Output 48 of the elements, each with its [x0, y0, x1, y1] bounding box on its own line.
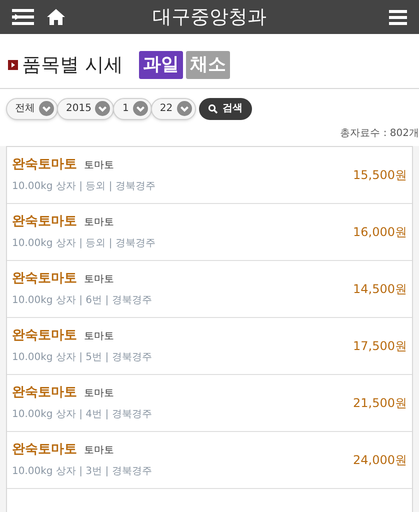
price-row[interactable]: 완숙토마토 토마토 10.00kg 상자 | 5번 | 경북경주 17,500원 [7, 318, 412, 374]
product-name: 완숙토마토 [12, 384, 77, 402]
menu-icon[interactable] [389, 10, 407, 24]
variety-label: 토마토 [84, 386, 114, 401]
chevron-down-icon [176, 101, 192, 116]
product-name: 완숙토마토 [12, 156, 77, 174]
category-tab[interactable]: 과일 [139, 51, 184, 80]
item-details: 10.00kg 상자 | 6번 | 경북경주 [12, 294, 153, 308]
product-name: 완숙토마토 [12, 270, 77, 288]
search-icon [208, 104, 218, 114]
select-dropdown[interactable]: 22 [150, 98, 196, 120]
app-title: 대구중앙청과 [152, 4, 266, 30]
price: 16,000원 [353, 224, 407, 240]
price: 24,000원 [353, 452, 407, 468]
price-row[interactable]: 완숙토마토 토마토 10.00kg 상자 | 등외 | 경북경주 16,000원 [7, 204, 412, 260]
item-details: 10.00kg 상자 | 4번 | 경북경주 [12, 408, 153, 422]
chevron-down-icon [132, 101, 148, 116]
variety-label: 토마토 [84, 216, 114, 230]
price-row[interactable]: 완숙토마토 토마토 10.00kg 상자 | 4번 | 경북경주 21,500원 [7, 374, 412, 432]
price: 14,500원 [353, 280, 407, 298]
total-count: 총자료수 : 802개 [340, 126, 419, 140]
item-details: 10.00kg 상자 | 3번 | 경북경주 [12, 465, 153, 480]
variety-label: 토마토 [84, 330, 114, 344]
variety-label: 토마토 [84, 444, 114, 458]
product-name: 완숙토마토 [12, 326, 77, 345]
product-name: 완숙토마토 [12, 212, 77, 231]
price: 17,500원 [353, 338, 407, 354]
select-dropdown[interactable]: 전체 [6, 98, 58, 120]
bullet-icon [8, 60, 18, 70]
product-name: 완숙토마토 [12, 440, 77, 459]
item-details: 10.00kg 상자 | 5번 | 경북경주 [12, 351, 153, 366]
search-button[interactable]: 검색 [198, 98, 252, 120]
home-icon[interactable] [46, 8, 66, 26]
chevron-down-icon [39, 101, 54, 116]
price-row[interactable]: 완숙토마토 토마토 10.00kg 상자 | 등외 | 경북경주 15,500원 [7, 146, 412, 204]
variety-label: 토마토 [84, 272, 114, 287]
price: 21,500원 [353, 394, 407, 412]
section-title: 품목별 시세 [22, 53, 124, 78]
chevron-down-icon [95, 101, 110, 116]
select-dropdown[interactable]: 1 [113, 98, 152, 120]
price-row[interactable]: 완숙토마토 토마토 10.00kg 상자 | 3번 | 경북경주 24,000원 [7, 432, 412, 488]
list-menu-icon[interactable] [12, 9, 34, 25]
price-row[interactable]: 완숙토마토 토마토 10.00kg 상자 | 6번 | 경북경주 14,500원 [7, 260, 412, 318]
item-details: 10.00kg 상자 | 등외 | 경북경주 [12, 237, 156, 252]
price: 15,500원 [353, 166, 407, 184]
variety-label: 토마토 [84, 158, 114, 173]
select-dropdown[interactable]: 2015 [57, 98, 114, 120]
item-details: 10.00kg 상자 | 등외 | 경북경주 [12, 180, 156, 194]
